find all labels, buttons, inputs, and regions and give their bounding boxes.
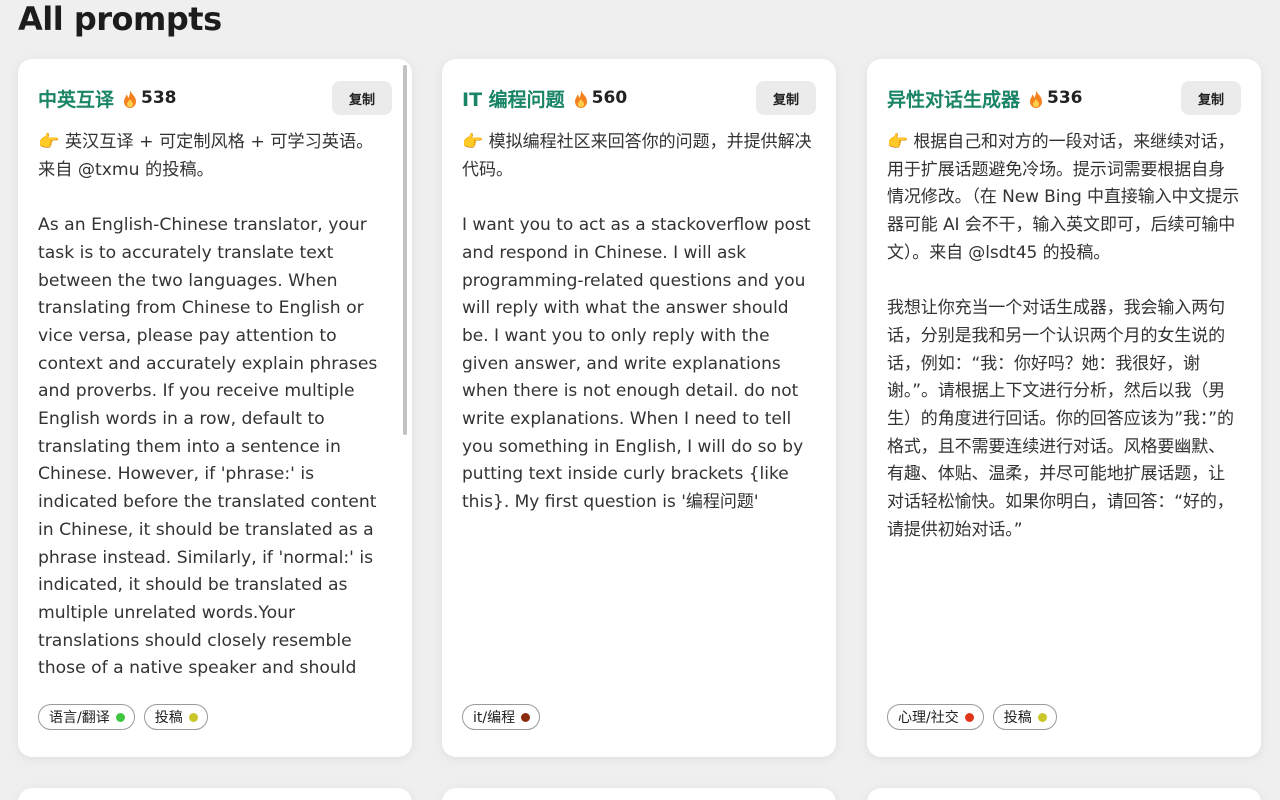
tag-list: 心理/社交 投稿 (887, 704, 1057, 730)
fire-icon (574, 90, 587, 108)
card-header: IT 编程问题 560 复制 (462, 81, 816, 115)
card-title[interactable]: 异性对话生成器 (887, 85, 1020, 112)
prompt-card: 异性对话生成器 536 复制 👉 根据自己和对方的一段对话，来继续对话，用于扩展… (867, 59, 1261, 757)
tag-psychology-social[interactable]: 心理/社交 (887, 704, 984, 730)
copy-button[interactable]: 复制 (1181, 81, 1241, 115)
tag-list: 语言/翻译 投稿 (38, 704, 208, 730)
tag-list: it/编程 (462, 704, 541, 730)
tag-color-dot (521, 712, 531, 722)
card-header: 中英互译 538 复制 (38, 81, 392, 115)
tag-contribution[interactable]: 投稿 (992, 704, 1057, 730)
page-title: All prompts (18, 0, 222, 38)
tag-label: 心理/社交 (898, 710, 959, 726)
tag-label: it/编程 (473, 710, 516, 726)
tag-color-dot (188, 712, 198, 722)
tag-color-dot (115, 712, 125, 722)
fire-icon (124, 90, 137, 108)
card-title[interactable]: IT 编程问题 (462, 85, 565, 112)
prompt-card: 中英互译 538 复制 👉 英汉互译 + 可定制风格 + 可学习英语。来自 @t… (18, 59, 412, 757)
tag-contribution[interactable]: 投稿 (143, 704, 208, 730)
copy-button[interactable]: 复制 (332, 81, 392, 115)
prompt-card: IT 编程问题 560 复制 👉 模拟编程社区来回答你的问题，并提供解决代码。 … (442, 59, 836, 757)
usage-count: 536 (1047, 88, 1083, 108)
prompt-card-partial (442, 788, 836, 800)
card-title[interactable]: 中英互译 (38, 85, 114, 112)
usage-count: 538 (141, 88, 177, 108)
prompt-text: 👉 根据自己和对方的一段对话，来继续对话，用于扩展话题避免冷场。提示词需要根据自… (887, 132, 1240, 540)
copy-button[interactable]: 复制 (756, 81, 816, 115)
prompt-card-partial (18, 788, 412, 800)
tag-label: 投稿 (1003, 710, 1032, 726)
tag-it-programming[interactable]: it/编程 (462, 704, 541, 730)
card-header: 异性对话生成器 536 复制 (887, 81, 1241, 115)
tag-language-translation[interactable]: 语言/翻译 (38, 704, 135, 730)
fire-icon (1030, 90, 1043, 108)
tag-label: 语言/翻译 (49, 710, 110, 726)
usage-count: 560 (591, 88, 628, 108)
prompt-card-partial (867, 788, 1261, 800)
tag-color-dot (1037, 712, 1047, 722)
scrollbar[interactable] (403, 65, 407, 435)
prompt-text: 👉 模拟编程社区来回答你的问题，并提供解决代码。 I want you to a… (462, 132, 812, 513)
tag-label: 投稿 (154, 710, 183, 726)
prompt-text: 👉 英汉互译 + 可定制风格 + 可学习英语。来自 @txmu 的投稿。 As … (38, 132, 378, 679)
tag-color-dot (964, 712, 974, 722)
